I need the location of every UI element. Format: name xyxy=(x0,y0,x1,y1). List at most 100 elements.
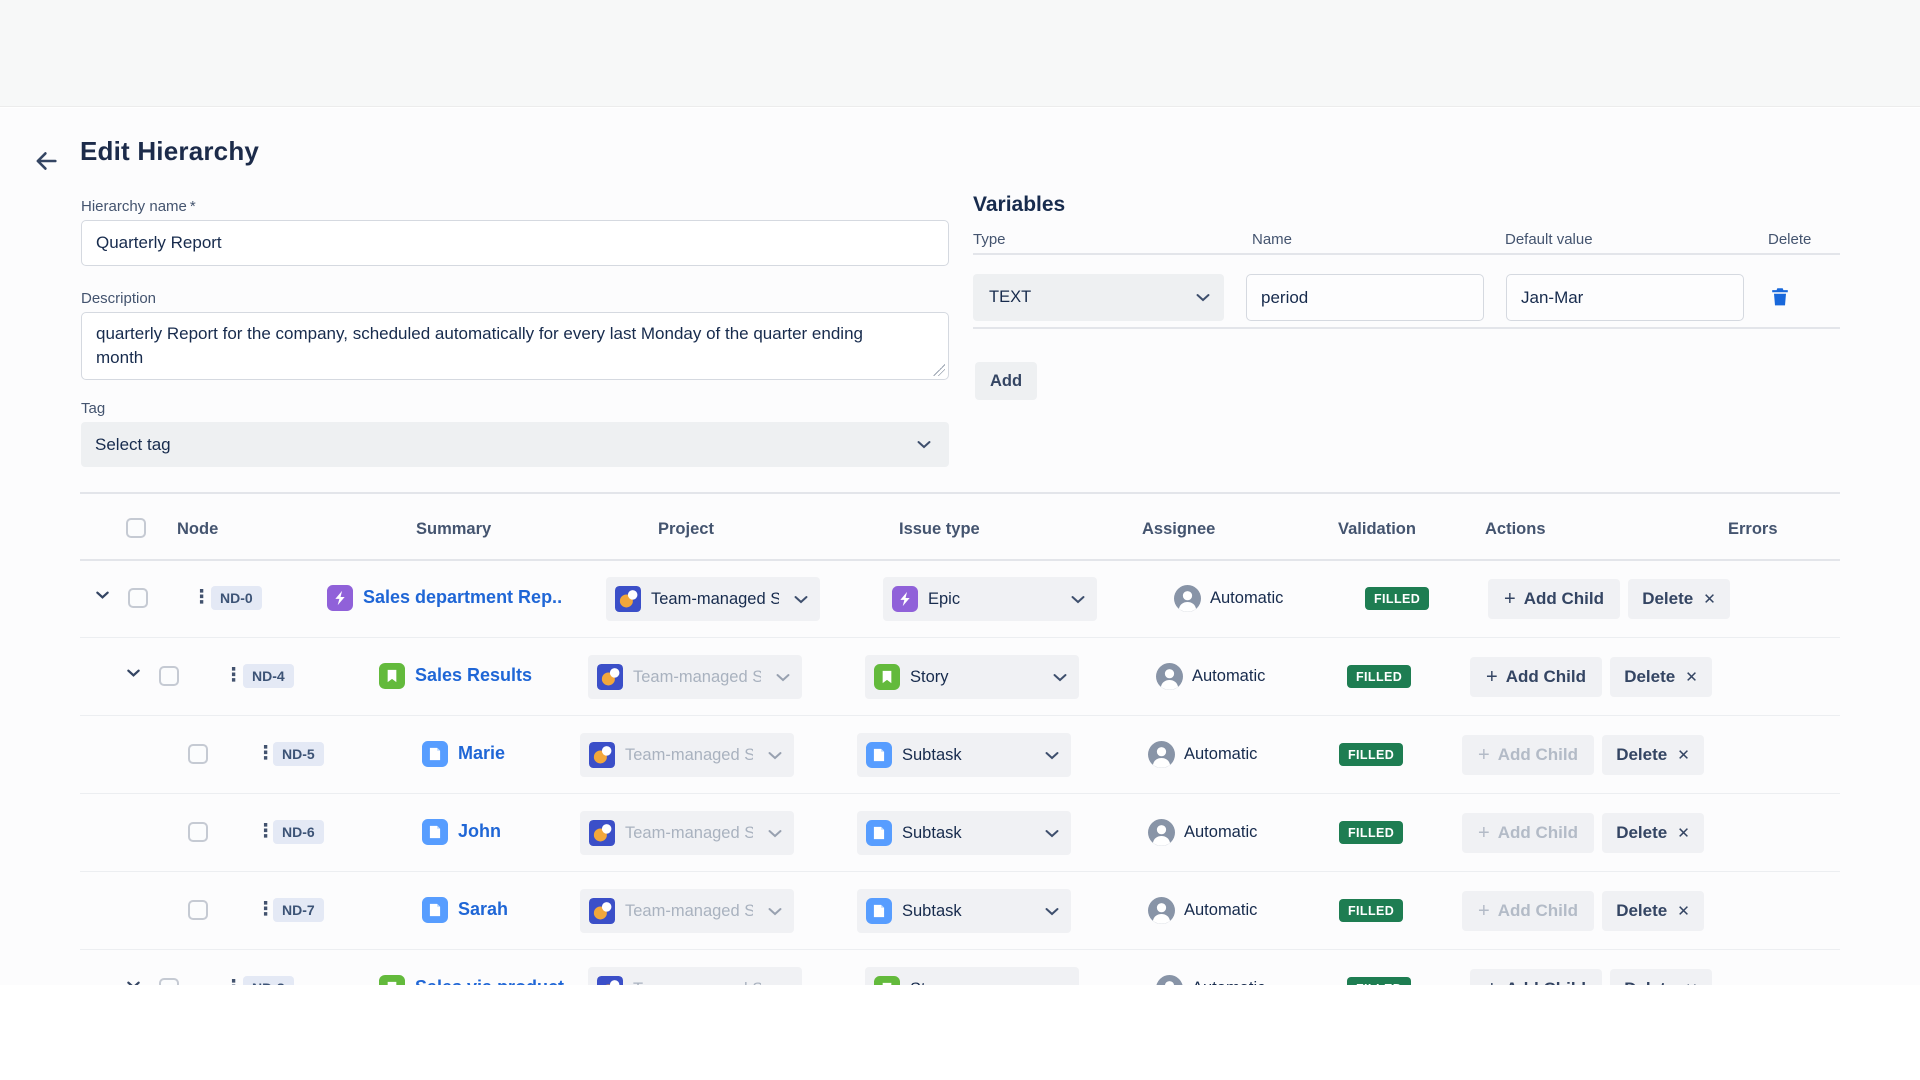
delete-button[interactable]: Delete✕ xyxy=(1602,891,1704,931)
add-child-button[interactable]: +Add Child xyxy=(1462,891,1594,931)
back-button[interactable] xyxy=(30,146,62,178)
col-actions: Actions xyxy=(1485,520,1546,539)
back-arrow-icon xyxy=(32,147,60,175)
issue-type-select[interactable]: Subtask xyxy=(857,889,1071,933)
delete-button[interactable]: Delete✕ xyxy=(1602,735,1704,775)
delete-label: Delete xyxy=(1642,589,1693,609)
select-all-checkbox[interactable] xyxy=(126,518,146,538)
project-avatar-icon xyxy=(589,898,615,924)
required-asterisk: * xyxy=(190,198,196,215)
col-node: Node xyxy=(177,520,218,539)
delete-button[interactable]: Delete ✕ xyxy=(1628,579,1730,619)
add-child-button[interactable]: +Add Child xyxy=(1462,813,1594,853)
node-key-badge: ND-4 xyxy=(243,664,294,688)
summary-link[interactable]: Sales Results xyxy=(415,665,532,686)
row-checkbox[interactable] xyxy=(159,666,179,686)
project-select[interactable]: Team-managed S xyxy=(580,733,794,777)
delete-button[interactable]: Delete✕ xyxy=(1610,657,1712,697)
issue-type-select-value: Story xyxy=(910,668,949,687)
drag-handle-icon[interactable]: ⋮ xyxy=(224,976,242,985)
chevron-down-icon xyxy=(1196,293,1210,302)
summary-link[interactable]: John xyxy=(458,821,501,842)
delete-label: Delete xyxy=(1616,823,1667,843)
issue-type-select[interactable]: Subtask xyxy=(857,733,1071,777)
assignee-avatar-icon xyxy=(1148,897,1175,924)
close-icon: ✕ xyxy=(1677,902,1690,920)
variables-header-separator xyxy=(973,253,1840,255)
summary-link[interactable]: Sales department Rep.. xyxy=(363,587,562,608)
add-child-button[interactable]: +Add Child xyxy=(1462,735,1594,775)
add-child-label: Add Child xyxy=(1498,823,1578,843)
add-child-button[interactable]: +Add Child xyxy=(1470,969,1602,985)
issue-type-select[interactable]: Story xyxy=(865,655,1079,699)
row-checkbox[interactable] xyxy=(188,744,208,764)
summary-issue-icon xyxy=(422,897,448,923)
variable-default-input[interactable]: Jan-Mar xyxy=(1506,274,1744,321)
variable-name-input[interactable]: period xyxy=(1246,274,1484,321)
variables-col-delete: Delete xyxy=(1768,231,1811,248)
row-checkbox[interactable] xyxy=(159,978,179,985)
variables-title: Variables xyxy=(973,193,1065,217)
add-child-button[interactable]: +Add Child xyxy=(1488,579,1620,619)
table-row: ⋮ ND-5 Marie Team-managed S Subtask Auto… xyxy=(80,716,1840,794)
close-icon: ✕ xyxy=(1685,980,1698,985)
description-textarea[interactable]: quarterly Report for the company, schedu… xyxy=(81,312,949,380)
chevron-down-icon xyxy=(768,829,782,838)
issue-type-select[interactable]: Epic xyxy=(883,577,1097,621)
validation-badge: FILLED xyxy=(1339,743,1403,766)
assignee-label: Automatic xyxy=(1192,979,1265,985)
project-select-value: Team-managed S xyxy=(625,824,753,843)
drag-handle-icon[interactable]: ⋮ xyxy=(224,664,242,687)
add-child-label: Add Child xyxy=(1506,667,1586,687)
add-child-label: Add Child xyxy=(1524,589,1604,609)
tag-select[interactable]: Select tag xyxy=(81,422,949,467)
plus-icon: + xyxy=(1478,900,1490,923)
assignee-avatar-icon xyxy=(1148,819,1175,846)
row-expand-chevron-icon[interactable] xyxy=(127,669,140,677)
resize-handle[interactable] xyxy=(933,364,945,376)
row-checkbox[interactable] xyxy=(128,588,148,608)
project-select[interactable]: Team-managed S xyxy=(580,811,794,855)
chevron-down-icon xyxy=(1071,595,1085,604)
row-expand-chevron-icon[interactable] xyxy=(127,981,140,985)
col-assignee: Assignee xyxy=(1142,520,1215,539)
row-expand-chevron-icon[interactable] xyxy=(96,591,109,599)
add-child-button[interactable]: +Add Child xyxy=(1470,657,1602,697)
drag-handle-icon[interactable]: ⋮ xyxy=(256,742,274,765)
drag-handle-icon[interactable]: ⋮ xyxy=(256,820,274,843)
issue-type-select-icon xyxy=(866,742,892,768)
hierarchy-name-input[interactable]: Quarterly Report xyxy=(81,220,949,266)
add-variable-button[interactable]: Add xyxy=(975,362,1037,400)
chevron-down-icon xyxy=(768,907,782,916)
project-avatar-icon xyxy=(589,742,615,768)
summary-link[interactable]: Sarah xyxy=(458,899,508,920)
row-checkbox[interactable] xyxy=(188,900,208,920)
issue-type-select-icon xyxy=(866,820,892,846)
project-select[interactable]: Team-managed S xyxy=(580,889,794,933)
hierarchy-name-label: Hierarchy name* xyxy=(81,198,196,215)
project-select[interactable]: Team-managed S xyxy=(606,577,820,621)
issue-type-select[interactable]: Subtask xyxy=(857,811,1071,855)
drag-handle-icon[interactable]: ⋮ xyxy=(256,898,274,921)
summary-link[interactable]: Sales via product xyxy=(415,977,564,985)
issue-type-select-value: Story xyxy=(910,980,949,986)
project-select[interactable]: Team-managed S xyxy=(588,655,802,699)
delete-button[interactable]: Delete✕ xyxy=(1610,969,1712,985)
node-key-badge: ND-8 xyxy=(243,976,294,985)
trash-icon xyxy=(1768,285,1792,309)
variable-name-value: period xyxy=(1261,288,1308,308)
summary-link[interactable]: Marie xyxy=(458,743,505,764)
delete-button[interactable]: Delete✕ xyxy=(1602,813,1704,853)
row-checkbox[interactable] xyxy=(188,822,208,842)
validation-badge: FILLED xyxy=(1365,587,1429,610)
project-select[interactable]: Team-managed S xyxy=(588,967,802,985)
drag-handle-icon[interactable]: ⋮ xyxy=(192,586,210,609)
table-top-separator xyxy=(80,492,1840,494)
add-child-label: Add Child xyxy=(1498,745,1578,765)
variable-type-select[interactable]: TEXT xyxy=(973,274,1224,321)
delete-variable-button[interactable] xyxy=(1768,285,1792,312)
issue-type-select[interactable]: Story xyxy=(865,967,1079,985)
close-icon: ✕ xyxy=(1703,590,1716,608)
chevron-down-icon xyxy=(1053,673,1067,682)
project-avatar-icon xyxy=(615,586,641,612)
